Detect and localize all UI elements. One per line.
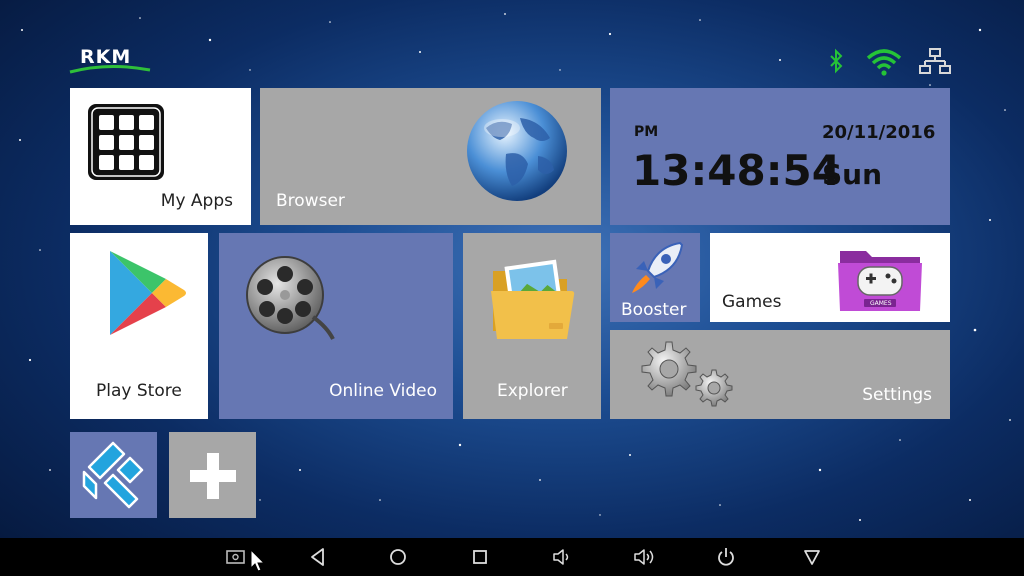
play-store-icon xyxy=(110,251,186,335)
tile-my-apps[interactable]: My Apps xyxy=(70,88,251,225)
tile-kodi[interactable] xyxy=(70,432,157,518)
games-badge-text: GAMES xyxy=(870,300,892,307)
tile-explorer[interactable]: Explorer xyxy=(463,233,601,419)
screenshot-icon[interactable] xyxy=(224,546,248,568)
globe-icon xyxy=(467,101,567,201)
mouse-cursor-icon xyxy=(250,549,266,572)
volume-up-icon[interactable] xyxy=(632,546,656,568)
tile-label: Play Store xyxy=(96,381,182,401)
plus-icon xyxy=(190,453,236,499)
logo-text: RKM xyxy=(80,46,132,68)
home-icon[interactable] xyxy=(386,546,410,568)
system-navigation-bar xyxy=(0,538,1024,576)
ethernet-icon xyxy=(919,48,951,74)
tile-label: Online Video xyxy=(329,381,437,401)
bluetooth-icon xyxy=(830,48,843,74)
tile-online-video[interactable]: Online Video xyxy=(219,233,453,419)
rkm-logo: RKM xyxy=(68,44,152,76)
wifi-icon xyxy=(866,49,902,76)
power-icon[interactable] xyxy=(714,546,738,568)
tile-booster[interactable]: Booster xyxy=(610,233,700,322)
folder-icon xyxy=(491,259,575,339)
tile-label: Settings xyxy=(862,385,932,405)
tile-label: Browser xyxy=(276,191,345,211)
apps-grid-icon xyxy=(88,104,164,180)
tile-browser[interactable]: Browser xyxy=(260,88,601,225)
tile-label: Games xyxy=(722,292,782,312)
tile-settings[interactable]: Settings xyxy=(610,330,950,419)
film-reel-icon xyxy=(246,256,335,340)
back-icon[interactable] xyxy=(306,546,330,568)
menu-down-icon[interactable] xyxy=(800,546,824,568)
volume-down-icon[interactable] xyxy=(550,546,574,568)
clock-date: 20/11/2016 xyxy=(822,122,936,143)
gears-icon xyxy=(641,341,733,407)
clock-ampm: PM xyxy=(634,124,659,140)
recents-icon[interactable] xyxy=(468,546,492,568)
tile-label: Booster xyxy=(621,300,687,320)
clock-widget[interactable]: PM 13:48:54 20/11/2016 Sun xyxy=(610,88,950,225)
add-shortcut-button[interactable] xyxy=(169,432,256,518)
tile-label: Explorer xyxy=(497,381,568,401)
kodi-icon xyxy=(82,441,144,509)
clock-time: 13:48:54 xyxy=(632,146,841,195)
rocket-icon xyxy=(632,241,684,293)
tile-games[interactable]: GAMES Games xyxy=(710,233,950,322)
clock-day: Sun xyxy=(822,158,883,191)
tile-play-store[interactable]: Play Store xyxy=(70,233,208,419)
tile-label: My Apps xyxy=(160,191,233,211)
